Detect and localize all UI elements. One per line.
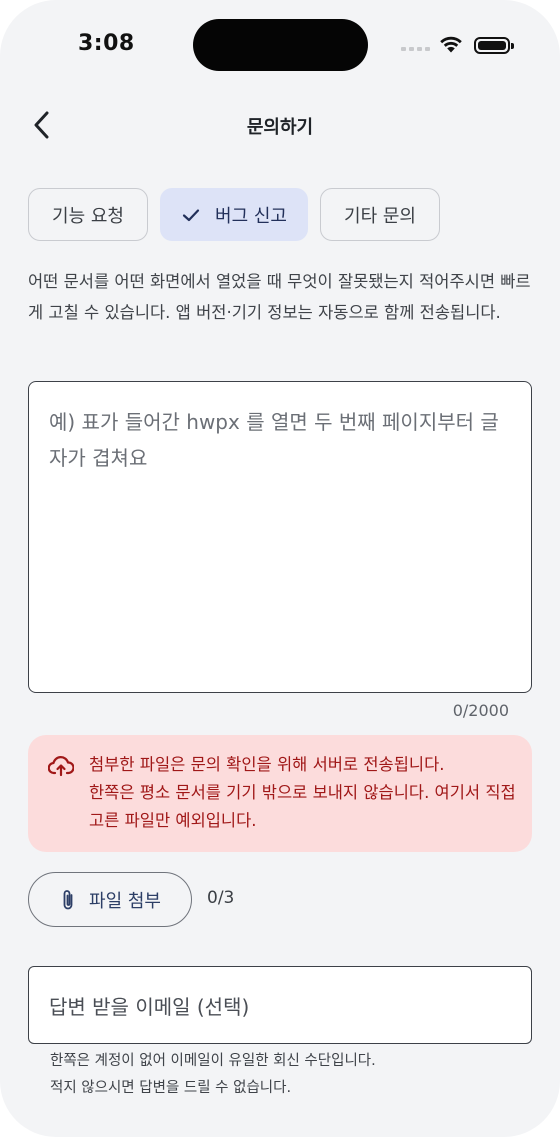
category-chips: 기능 요청 버그 신고 기타 문의 <box>28 188 440 241</box>
email-placeholder: 답변 받을 이메일 (선택) <box>49 994 250 1019</box>
message-placeholder: 예) 표가 들어간 hwpx 를 열면 두 번째 페이지부터 글자가 겹쳐요 <box>49 410 499 470</box>
notice-line-1: 첨부한 파일은 문의 확인을 위해 서버로 전송됩니다. <box>89 755 445 774</box>
description-text: 어떤 문서를 어떤 화면에서 열었을 때 무엇이 잘못됐는지 적어주시면 빠르게… <box>28 272 531 322</box>
chip-bug-report[interactable]: 버그 신고 <box>160 188 308 241</box>
battery-icon <box>474 37 514 54</box>
chip-label: 기타 문의 <box>344 205 416 227</box>
wifi-icon <box>440 36 462 53</box>
chip-label: 버그 신고 <box>215 205 287 227</box>
check-icon <box>182 208 200 221</box>
attach-label: 파일 첨부 <box>89 890 161 912</box>
chip-label: 기능 요청 <box>52 205 124 227</box>
attach-file-button[interactable]: 파일 첨부 <box>28 872 192 927</box>
cloud-upload-icon <box>48 756 74 777</box>
email-hint: 한쪽은 계정이 없어 이메일이 유일한 회신 수단입니다. 적지 않으시면 답변… <box>50 1048 376 1102</box>
email-hint-line-1: 한쪽은 계정이 없어 이메일이 유일한 회신 수단입니다. <box>50 1053 376 1069</box>
email-hint-line-2: 적지 않으시면 답변을 드릴 수 없습니다. <box>50 1080 292 1096</box>
phone-screen: 3:08 문의하기 기능 요청 버그 신고 기타 문의 어떤 문서를 어떤 화면… <box>0 0 560 1137</box>
status-time: 3:08 <box>78 31 135 56</box>
cellular-signal-icon <box>401 47 430 51</box>
notice-line-2: 한쪽은 평소 문서를 기기 밖으로 보내지 않습니다. 여기서 직접 고른 파일… <box>89 783 516 830</box>
paperclip-icon <box>63 889 73 909</box>
message-textarea[interactable]: 예) 표가 들어간 hwpx 를 열면 두 번째 페이지부터 글자가 겹쳐요 <box>28 381 532 693</box>
page-title: 문의하기 <box>246 117 314 138</box>
email-field[interactable]: 답변 받을 이메일 (선택) <box>28 966 532 1044</box>
chip-feature-request[interactable]: 기능 요청 <box>28 188 148 241</box>
character-counter: 0/2000 <box>452 701 509 720</box>
notice-text: 첨부한 파일은 문의 확인을 위해 서버로 전송됩니다. 한쪽은 평소 문서를 … <box>89 751 519 835</box>
attachment-notice: 첨부한 파일은 문의 확인을 위해 서버로 전송됩니다. 한쪽은 평소 문서를 … <box>28 735 532 852</box>
dynamic-island <box>193 19 368 71</box>
chip-other-inquiry[interactable]: 기타 문의 <box>320 188 440 241</box>
attachment-count: 0/3 <box>207 888 235 908</box>
